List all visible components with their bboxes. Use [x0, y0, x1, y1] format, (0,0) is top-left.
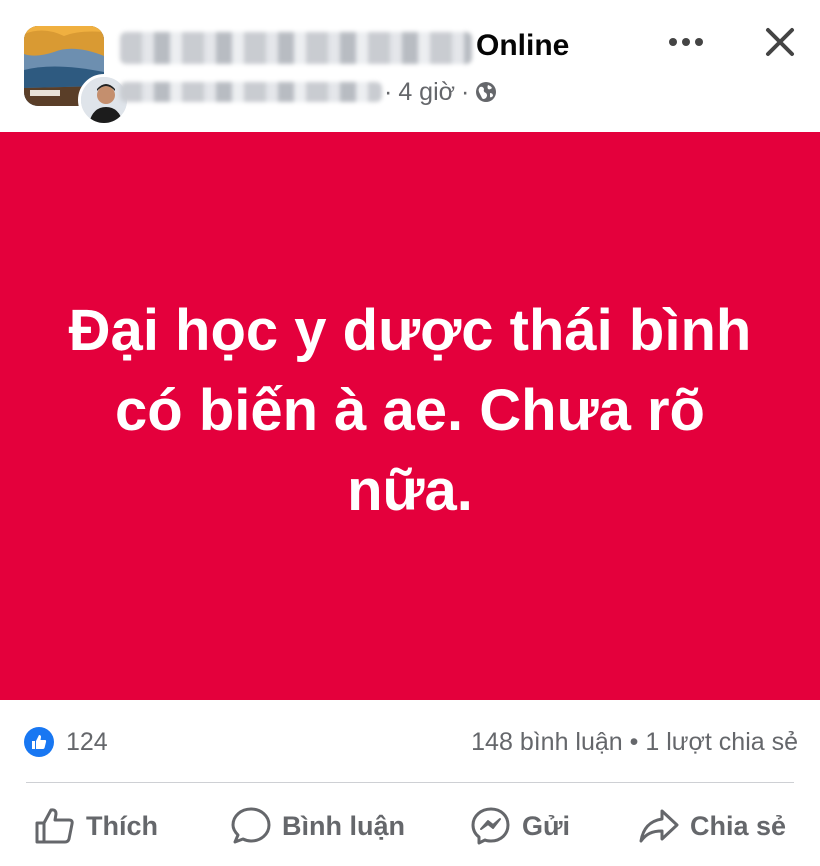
more-icon [669, 38, 703, 46]
share-button[interactable]: Chia sẻ [638, 804, 786, 848]
like-button[interactable]: Thích [34, 804, 158, 848]
more-button[interactable] [666, 22, 706, 62]
post-time[interactable]: 4 giờ [398, 76, 455, 108]
comment-count[interactable]: 148 bình luận [471, 728, 623, 756]
comment-button[interactable]: Bình luận [230, 804, 405, 848]
share-label: Chia sẻ [690, 810, 787, 841]
post-body-text: Đại học y dược thái bình có biến à ae. C… [68, 298, 752, 523]
comment-label: Bình luận [282, 810, 405, 841]
meta-separator: · [384, 78, 393, 106]
post-header: Online · 4 giờ · [0, 0, 820, 132]
post-meta: · 4 giờ · [384, 76, 497, 108]
comment-share-stats: 148 bình luận • 1 lượt chia sẻ [471, 726, 798, 758]
share-count[interactable]: 1 lượt chia sẻ [645, 728, 798, 756]
post-subtitle-redacted [120, 82, 382, 102]
messenger-icon [471, 807, 510, 845]
action-bar: Thích Bình luận Gửi Chia sẻ [0, 796, 820, 856]
share-icon [639, 809, 679, 843]
send-button[interactable]: Gửi [470, 804, 570, 848]
globe-icon[interactable] [475, 81, 497, 103]
thumbs-up-icon [32, 735, 47, 749]
online-status: Online [476, 29, 570, 62]
divider [26, 782, 794, 783]
author-name-redacted [120, 32, 472, 64]
like-label: Thích [86, 810, 158, 841]
close-button[interactable] [758, 20, 802, 64]
close-icon [766, 28, 794, 56]
post-stats: 124 148 bình luận • 1 lượt chia sẻ [0, 718, 820, 766]
thumbs-up-icon [35, 808, 74, 844]
like-count[interactable]: 124 [66, 726, 108, 758]
like-reaction-icon[interactable] [24, 727, 54, 757]
send-label: Gửi [522, 810, 571, 841]
comment-icon [231, 807, 271, 844]
meta-separator: · [461, 78, 470, 106]
avatar[interactable] [24, 26, 130, 126]
stats-separator: • [629, 728, 639, 756]
post-content[interactable]: Đại học y dược thái bình có biến à ae. C… [0, 132, 820, 700]
